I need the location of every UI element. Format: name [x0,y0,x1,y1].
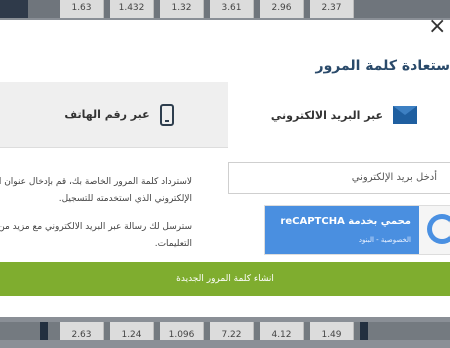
modal-title: ستعادة كلمة المرور [315,58,450,74]
recaptcha-banner: محمي بخدمة reCAPTCHA الخصوصية - البنود [265,206,419,254]
odd-cell[interactable]: 3.61 [210,0,254,18]
odd-cell[interactable]: 1.32 [160,0,204,18]
recaptcha-icon [427,214,450,244]
recovery-method-tabs: عبر رقم الهاتف عبر البريد الالكتروني [0,82,450,148]
team-cell [360,322,368,340]
tab-phone-label: عبر رقم الهاتف [64,108,150,121]
email-input[interactable]: أدخل بريد الإلكتروني [228,162,450,194]
odd-cell[interactable]: 1.096 [160,322,204,340]
odd-cell[interactable]: 1.24 [110,322,154,340]
tab-email-label: عبر البريد الالكتروني [270,108,384,122]
close-icon[interactable]: × [428,14,446,39]
team-cell [0,0,28,18]
odds-row-bottom: 2.63 1.24 1.096 7.22 4.12 1.49 [0,322,450,340]
info-line: التعليمات. [154,239,192,249]
tab-phone[interactable]: عبر رقم الهاتف [0,82,228,148]
tab-email[interactable]: عبر البريد الالكتروني [228,82,450,148]
info-text: لاسترداد كلمة المرور الخاصة بك، قم بإدخا… [0,174,192,208]
odd-cell[interactable]: 1.63 [60,0,104,18]
odd-cell[interactable]: 1.49 [310,322,354,340]
odd-cell[interactable]: 2.63 [60,322,104,340]
info-text: سترسل لك رسالة عبر البريد الالكتروني مع … [0,219,192,253]
mail-icon [393,106,418,124]
info-line: سترسل لك رسالة عبر البريد الالكتروني مع … [0,222,192,232]
recaptcha-links[interactable]: الخصوصية - البنود [359,236,411,244]
odds-row-top: 1.63 1.432 1.32 3.61 2.96 2.37 [0,0,450,18]
info-line: الإلكتروني الذي استخدمته للتسجيل. [58,194,192,204]
odd-cell[interactable]: 1.432 [110,0,154,18]
info-line: لاسترداد كلمة المرور الخاصة بك، قم بإدخا… [0,177,192,187]
submit-button[interactable]: انشاء كلمة المرور الجديدة [0,262,450,296]
odd-cell[interactable]: 4.12 [260,322,304,340]
odd-cell[interactable]: 2.37 [310,0,354,18]
recaptcha-brand: محمي بخدمة reCAPTCHA [280,216,411,227]
odd-cell[interactable]: 7.22 [210,322,254,340]
phone-icon [159,103,174,126]
odd-cell[interactable]: 2.96 [260,0,304,18]
team-cell [40,322,48,340]
email-placeholder: أدخل بريد الإلكتروني [351,172,437,183]
recaptcha-widget[interactable]: محمي بخدمة reCAPTCHA الخصوصية - البنود [264,205,450,255]
